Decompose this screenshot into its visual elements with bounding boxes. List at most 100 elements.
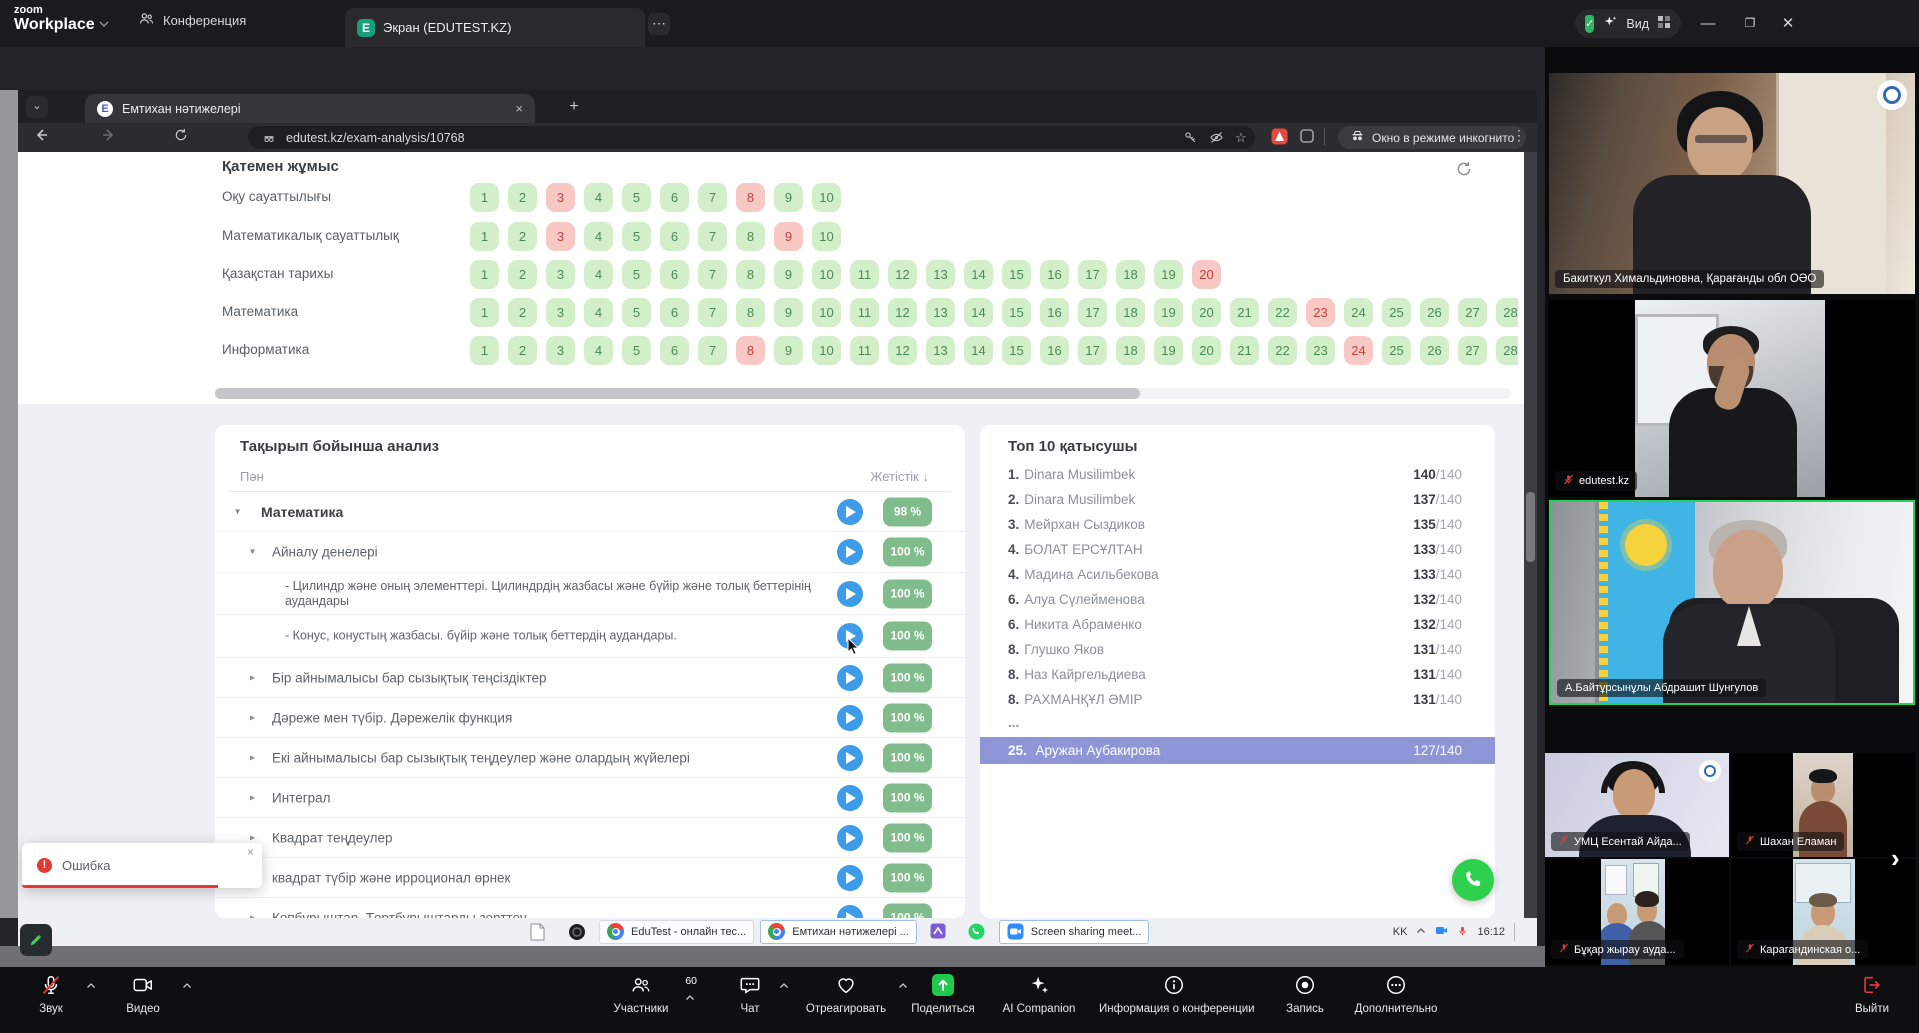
topic-row[interactable]: ▸Көпбұрыштар. Төртбұрыштарды зерттеу100 … — [215, 898, 965, 918]
question-chip[interactable]: 13 — [926, 298, 955, 327]
question-chip[interactable]: 27 — [1458, 336, 1487, 365]
taskbar-item[interactable]: EduTest - онлайн тес... — [599, 920, 754, 944]
taskbar-item[interactable] — [523, 920, 555, 944]
taskbar-item[interactable]: Screen sharing meet... — [999, 920, 1150, 944]
collapse-caret-icon[interactable]: ▾ — [250, 547, 255, 558]
question-chip[interactable]: 6 — [660, 222, 689, 251]
question-chip[interactable]: 18 — [1116, 298, 1145, 327]
video-tile[interactable]: edutest.kz — [1549, 300, 1915, 497]
question-chip[interactable]: 15 — [1002, 260, 1031, 289]
video-tile[interactable]: Бакиткул Химальдиновна, Қарағанды обл ОӘ… — [1549, 73, 1915, 294]
play-button[interactable] — [837, 785, 863, 811]
tray-chevron-icon[interactable] — [1416, 926, 1426, 938]
question-chip[interactable]: 6 — [660, 298, 689, 327]
video-tile[interactable]: УМЦ Есентай Айда... — [1545, 753, 1729, 857]
question-chip[interactable]: 7 — [698, 336, 727, 365]
question-chip[interactable]: 28 — [1496, 298, 1518, 327]
question-chip[interactable]: 2 — [508, 260, 537, 289]
play-button[interactable] — [837, 825, 863, 851]
clock[interactable]: 16:12 — [1477, 926, 1505, 938]
info-button[interactable]: Информация о конференции — [1099, 973, 1249, 1015]
topic-row[interactable]: - Цилиндр және оның элементтері. Цилиндр… — [215, 573, 965, 615]
sparkle-ai-icon[interactable] — [1602, 14, 1618, 33]
bookmark-star-icon[interactable]: ☆ — [1235, 130, 1247, 146]
question-chip[interactable]: 11 — [850, 336, 879, 365]
question-chip[interactable]: 8 — [736, 222, 765, 251]
question-chip[interactable]: 10 — [812, 183, 841, 212]
topic-row[interactable]: ▾Математика98 % — [215, 492, 965, 532]
taskbar-item[interactable] — [961, 920, 993, 944]
video-tile[interactable]: Карагандинская о... — [1731, 859, 1915, 965]
question-chip[interactable]: 26 — [1420, 298, 1449, 327]
password-key-icon[interactable] — [1183, 130, 1198, 145]
question-chip[interactable]: 4 — [584, 260, 613, 289]
question-chip[interactable]: 17 — [1078, 298, 1107, 327]
column-result[interactable]: Жетістік ↓ — [870, 469, 929, 484]
question-chip[interactable]: 2 — [508, 298, 537, 327]
question-chip[interactable]: 21 — [1230, 298, 1259, 327]
tab-more-icon[interactable]: ⋯ — [648, 13, 670, 35]
question-chip[interactable]: 17 — [1078, 260, 1107, 289]
question-chip[interactable]: 17 — [1078, 336, 1107, 365]
video-tile[interactable]: Бұқар жырау ауда... — [1545, 859, 1729, 965]
question-chip[interactable]: 8 — [736, 298, 765, 327]
topic-row[interactable]: ▸Екі айнымалысы бар сызықтық теңдеулер ж… — [215, 738, 965, 778]
scrollbar-thumb[interactable] — [215, 388, 1140, 399]
question-chip[interactable]: 3 — [546, 260, 575, 289]
topic-row[interactable]: - Конус, конустың жазбасы. бүйір және то… — [215, 615, 965, 658]
question-chip[interactable]: 5 — [622, 260, 651, 289]
question-chip[interactable]: 2 — [508, 222, 537, 251]
toast-close-icon[interactable]: × — [247, 845, 254, 859]
scrollbar-thumb[interactable] — [1526, 492, 1535, 562]
audio-button[interactable]: Звук — [20, 973, 82, 1015]
question-chip[interactable]: 22 — [1268, 336, 1297, 365]
question-chip[interactable]: 3 — [546, 298, 575, 327]
next-participants-chevron-icon[interactable]: › — [1891, 843, 1900, 874]
browser-menu-icon[interactable]: ⋮ — [1512, 127, 1526, 144]
taskbar-item[interactable] — [923, 920, 955, 944]
question-chip[interactable]: 9 — [774, 298, 803, 327]
question-chip[interactable]: 6 — [660, 336, 689, 365]
question-chip[interactable]: 27 — [1458, 298, 1487, 327]
expand-caret-icon[interactable]: ▸ — [250, 752, 255, 763]
question-chip[interactable]: 10 — [812, 336, 841, 365]
site-info-icon[interactable] — [262, 131, 276, 145]
browser-tab[interactable]: E Емтихан нәтижелері × — [85, 94, 535, 123]
question-chip[interactable]: 1 — [470, 222, 499, 251]
question-chip[interactable]: 8 — [736, 260, 765, 289]
question-chip[interactable]: 2 — [508, 183, 537, 212]
question-chip[interactable]: 3 — [546, 336, 575, 365]
question-chip[interactable]: 12 — [888, 260, 917, 289]
top10-highlight-row[interactable]: 25. Аружан Аубакирова 127/140 — [980, 737, 1495, 764]
leave-button[interactable]: Выйти — [1847, 973, 1897, 1015]
question-chip[interactable]: 25 — [1382, 336, 1411, 365]
question-chip[interactable]: 8 — [736, 336, 765, 365]
play-button[interactable] — [837, 865, 863, 891]
window-close-button[interactable]: ✕ — [1766, 0, 1810, 47]
question-chip[interactable]: 21 — [1230, 336, 1259, 365]
chevron-up-icon[interactable] — [685, 989, 695, 1007]
question-chip[interactable]: 5 — [622, 336, 651, 365]
question-chip[interactable]: 11 — [850, 260, 879, 289]
question-chip[interactable]: 4 — [584, 336, 613, 365]
question-chip[interactable]: 22 — [1268, 298, 1297, 327]
question-chip[interactable]: 20 — [1192, 336, 1221, 365]
play-button[interactable] — [837, 665, 863, 691]
play-button[interactable] — [837, 745, 863, 771]
question-chip[interactable]: 5 — [622, 298, 651, 327]
question-chip[interactable]: 6 — [660, 183, 689, 212]
chat-button[interactable]: Чат — [725, 973, 775, 1015]
question-chip[interactable]: 9 — [774, 260, 803, 289]
question-chip[interactable]: 13 — [926, 336, 955, 365]
question-chip[interactable]: 7 — [698, 260, 727, 289]
chevron-up-icon[interactable] — [779, 977, 789, 995]
question-chip[interactable]: 24 — [1344, 336, 1373, 365]
chevron-up-icon[interactable] — [182, 977, 192, 995]
question-chip[interactable]: 7 — [698, 222, 727, 251]
play-button[interactable] — [837, 499, 863, 525]
question-chip[interactable]: 19 — [1154, 298, 1183, 327]
question-chip[interactable]: 8 — [736, 183, 765, 212]
view-button[interactable]: Вид — [1626, 17, 1649, 31]
play-button[interactable] — [837, 705, 863, 731]
vertical-scrollbar[interactable] — [1524, 152, 1537, 918]
